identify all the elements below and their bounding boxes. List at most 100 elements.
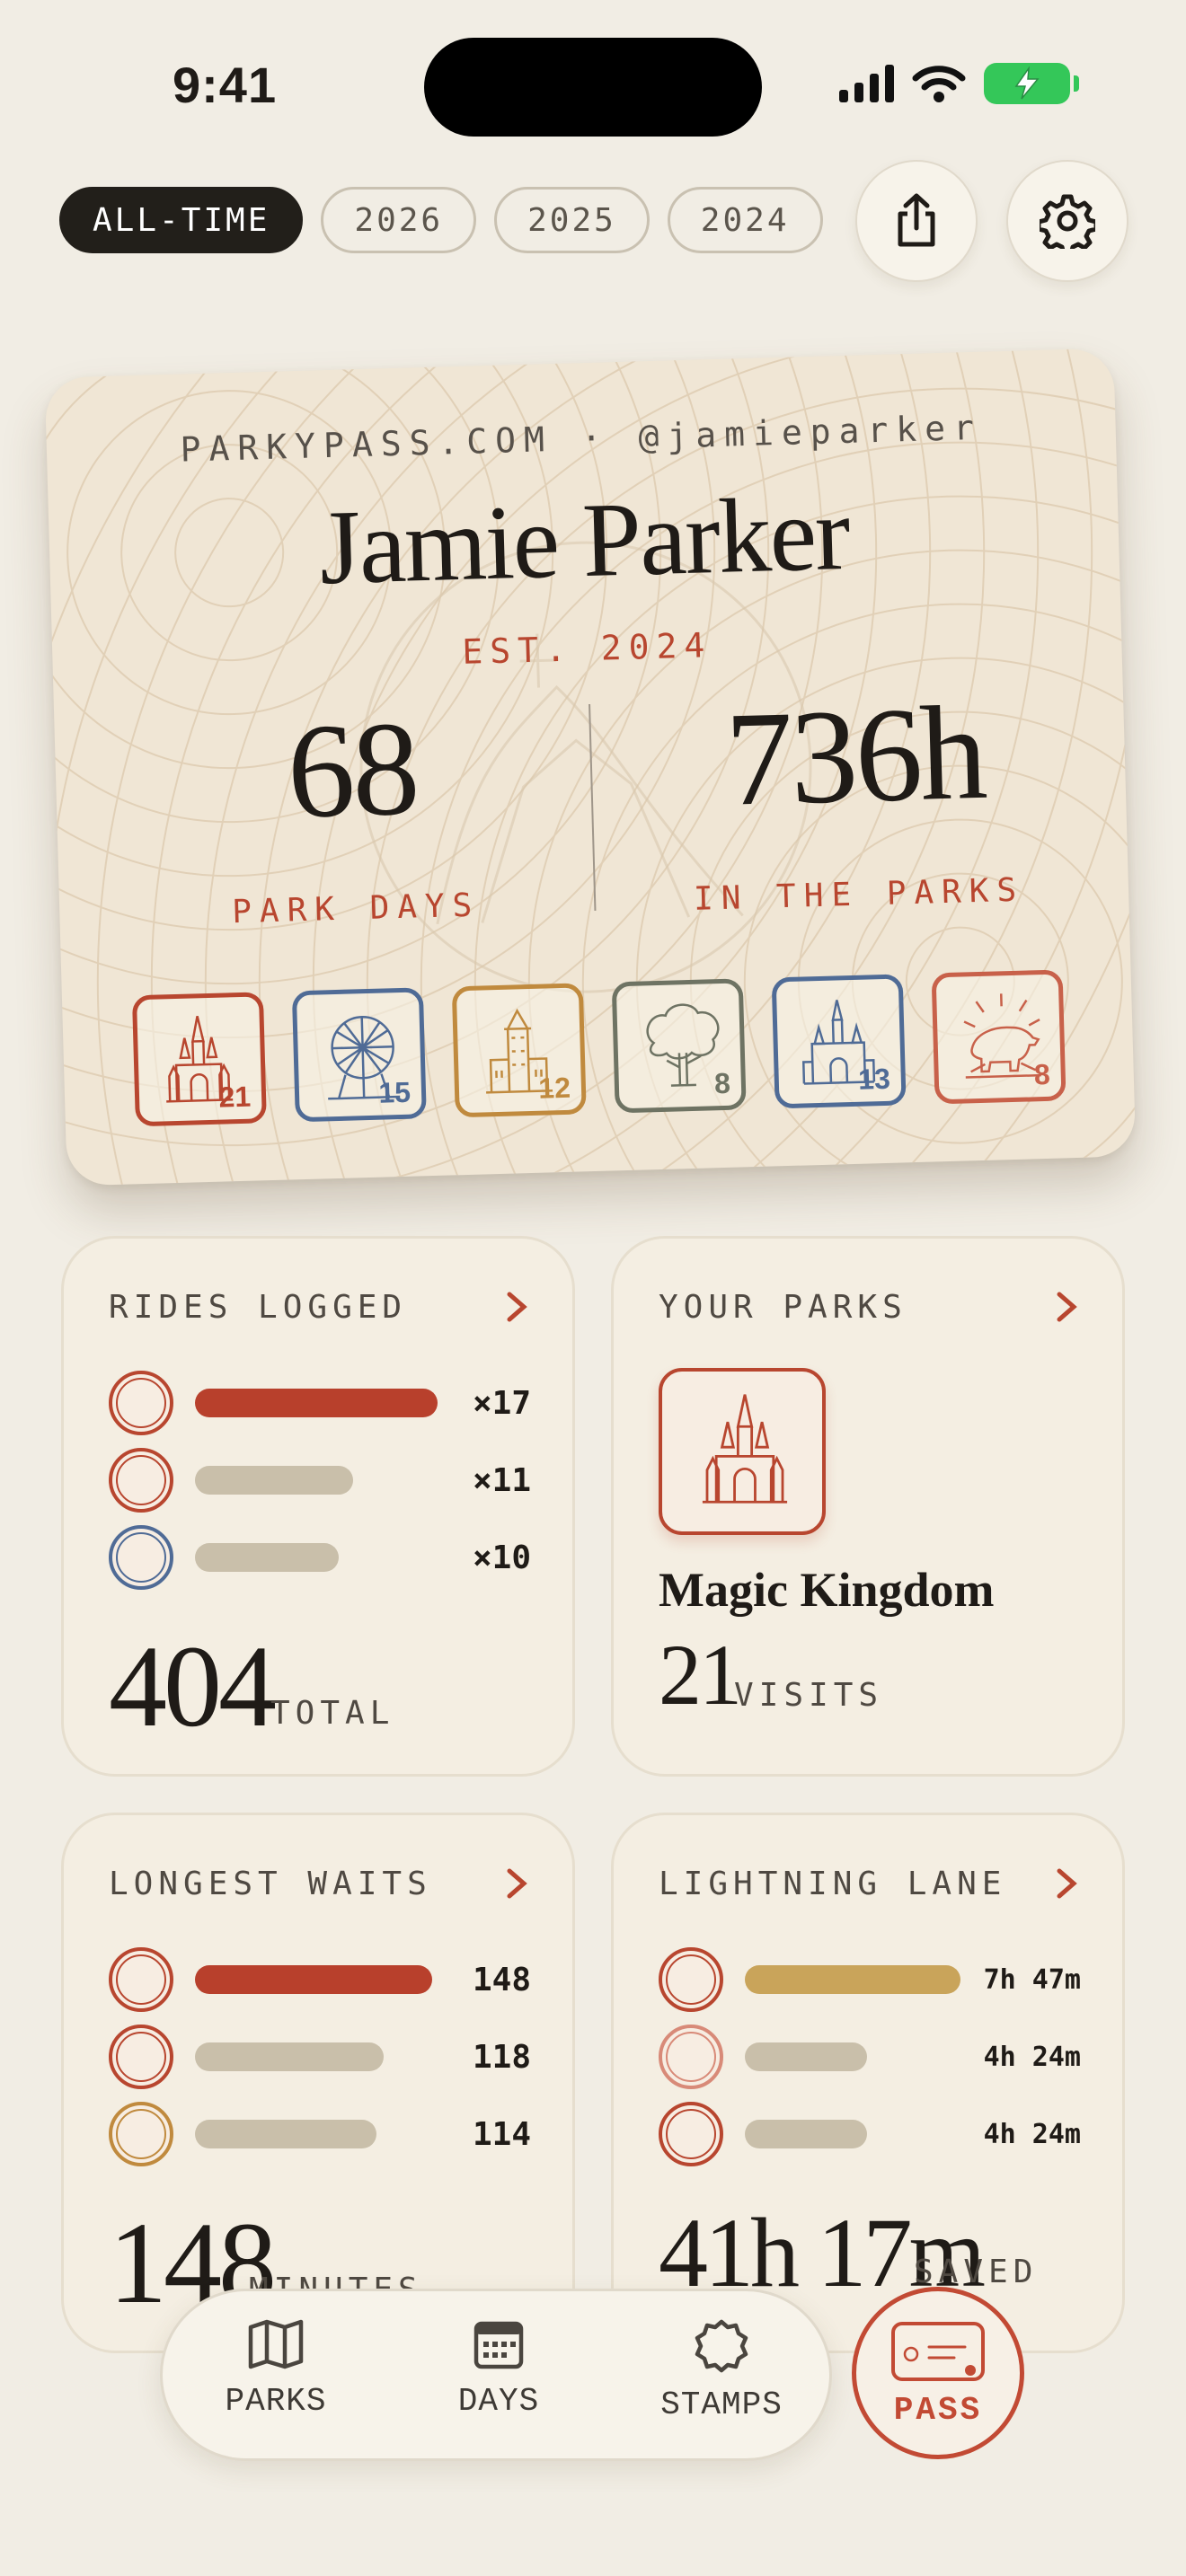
park-stamps: 21 15 12 8 13 8 xyxy=(131,969,1067,1127)
filter-2025[interactable]: 2025 xyxy=(494,187,650,253)
bottom-nav: PARKS DAYS STAMPS xyxy=(160,2289,832,2461)
rides-total-label: TOTAL xyxy=(270,1695,395,1732)
your-parks-tile[interactable]: YOUR PARKS Magic Kingdom 21 VISITS xyxy=(611,1236,1125,1777)
passport-card-wrapper: PARKYPASS.COM · @jamieparker Jamie Parke… xyxy=(44,348,1137,1187)
ride-count: ×10 xyxy=(472,1539,531,1576)
wait-minutes: 148 xyxy=(472,1961,531,1998)
stamp-count: 12 xyxy=(537,1071,571,1105)
ride-count-bar xyxy=(195,1466,353,1495)
stamp-california-adventure[interactable]: 8 xyxy=(931,969,1067,1105)
stamp-count: 21 xyxy=(218,1080,252,1114)
wifi-icon xyxy=(912,66,966,102)
battery-charging-icon xyxy=(984,63,1079,104)
status-icons xyxy=(839,63,1079,104)
chevron-right-icon[interactable] xyxy=(1054,1867,1079,1900)
map-icon xyxy=(248,2319,304,2369)
ride-medal-icon xyxy=(109,1525,173,1590)
stamp-disneyland[interactable]: 13 xyxy=(771,974,907,1109)
stamp-epcot[interactable]: 15 xyxy=(291,987,427,1123)
passport-card[interactable]: PARKYPASS.COM · @jamieparker Jamie Parke… xyxy=(44,348,1137,1187)
list-item: 7h 47m xyxy=(659,1946,1081,2013)
ride-medal-icon xyxy=(659,1947,723,2012)
rides-logged-tile[interactable]: RIDES LOGGED ×17 ×11 ×10 404 TOTAL xyxy=(61,1236,575,1777)
stamp-count: 13 xyxy=(857,1062,891,1096)
stamp-hollywood-studios[interactable]: 12 xyxy=(451,983,587,1118)
tile-title: LONGEST WAITS xyxy=(109,1866,432,1902)
ride-count: ×11 xyxy=(472,1461,531,1499)
tile-title: YOUR PARKS xyxy=(659,1289,907,1326)
ride-medal-icon xyxy=(109,2025,173,2089)
park-visits: 21 xyxy=(659,1627,742,1723)
chevron-right-icon[interactable] xyxy=(504,1867,529,1900)
nav-days[interactable]: DAYS xyxy=(409,2318,589,2420)
ride-medal-icon xyxy=(659,2102,723,2166)
list-item: ×10 xyxy=(109,1524,531,1591)
ride-medal-icon xyxy=(109,1371,173,1435)
share-icon xyxy=(898,193,935,247)
share-button[interactable] xyxy=(855,160,978,282)
time-saved-bar xyxy=(745,2042,867,2071)
nav-label: PARKS xyxy=(225,2383,327,2420)
dynamic-island xyxy=(424,38,762,137)
stamp-magic-kingdom[interactable]: 21 xyxy=(131,992,267,1127)
lightning-total-label: SAVED xyxy=(914,2254,1039,2290)
list-item: 4h 24m xyxy=(659,2101,1081,2167)
time-saved-bar xyxy=(745,2120,867,2148)
wait-bar xyxy=(195,1965,432,1994)
lightning-lane-tile[interactable]: LIGHTNING LANE 7h 47m 4h 24m 4h 24m 41h … xyxy=(611,1813,1125,2353)
status-time: 9:41 xyxy=(173,57,278,113)
tile-title: RIDES LOGGED xyxy=(109,1289,408,1326)
time-saved: 4h 24m xyxy=(983,2118,1081,2150)
ride-medal-icon xyxy=(109,1947,173,2012)
nav-pass-button[interactable]: PASS xyxy=(852,2287,1024,2459)
wait-minutes: 114 xyxy=(472,2115,531,2153)
wait-bar xyxy=(195,2120,376,2148)
longest-waits-tile[interactable]: LONGEST WAITS 148 118 114 148 MINUTES xyxy=(61,1813,575,2353)
ride-count-bar xyxy=(195,1543,339,1572)
list-item: ×11 xyxy=(109,1447,531,1513)
nav-parks[interactable]: PARKS xyxy=(186,2318,366,2420)
stamp-count: 15 xyxy=(377,1075,412,1109)
list-item: 4h 24m xyxy=(659,2024,1081,2090)
settings-button[interactable] xyxy=(1006,160,1128,282)
ride-medal-icon xyxy=(659,2025,723,2089)
hours-value: 736h xyxy=(723,677,987,834)
wait-bar xyxy=(195,2042,384,2071)
year-filter-bar: ALL-TIME 2026 2025 2024 xyxy=(59,187,823,253)
park-name: Magic Kingdom xyxy=(659,1563,995,1617)
time-saved-bar xyxy=(745,1965,960,1994)
signal-icon xyxy=(839,65,894,102)
chevron-right-icon[interactable] xyxy=(504,1291,529,1323)
filter-2026[interactable]: 2026 xyxy=(321,187,477,253)
list-item: 118 xyxy=(109,2024,531,2090)
calendar-icon xyxy=(474,2321,524,2369)
stamp-count: 8 xyxy=(713,1066,731,1100)
nav-label: PASS xyxy=(893,2392,983,2429)
ride-medal-icon xyxy=(109,2102,173,2166)
ride-medal-icon xyxy=(109,1448,173,1513)
ride-count: ×17 xyxy=(472,1384,531,1422)
stamp-animal-kingdom[interactable]: 8 xyxy=(611,978,747,1114)
tile-title: LIGHTNING LANE xyxy=(659,1866,1007,1902)
list-item: 148 xyxy=(109,1946,531,2013)
wait-minutes: 118 xyxy=(472,2038,531,2076)
filter-2024[interactable]: 2024 xyxy=(667,187,823,253)
nav-stamps[interactable]: STAMPS xyxy=(632,2318,811,2423)
nav-label: STAMPS xyxy=(660,2386,783,2423)
list-item: ×17 xyxy=(109,1370,531,1436)
time-saved: 4h 24m xyxy=(983,2041,1081,2073)
rides-total: 404 xyxy=(109,1622,277,1751)
castle-icon xyxy=(702,1394,788,1504)
time-saved: 7h 47m xyxy=(983,1963,1081,1996)
list-item: 114 xyxy=(109,2101,531,2167)
ride-count-bar xyxy=(195,1389,438,1417)
pass-card-icon xyxy=(891,2322,985,2381)
chevron-right-icon[interactable] xyxy=(1054,1291,1079,1323)
gear-icon xyxy=(1040,194,1095,249)
stamp-count: 8 xyxy=(1033,1057,1051,1091)
park-days-value: 68 xyxy=(285,693,420,847)
park-stamp-badge xyxy=(659,1368,826,1535)
nav-label: DAYS xyxy=(457,2383,540,2420)
badge-icon xyxy=(695,2319,748,2373)
filter-all-time[interactable]: ALL-TIME xyxy=(59,187,304,253)
